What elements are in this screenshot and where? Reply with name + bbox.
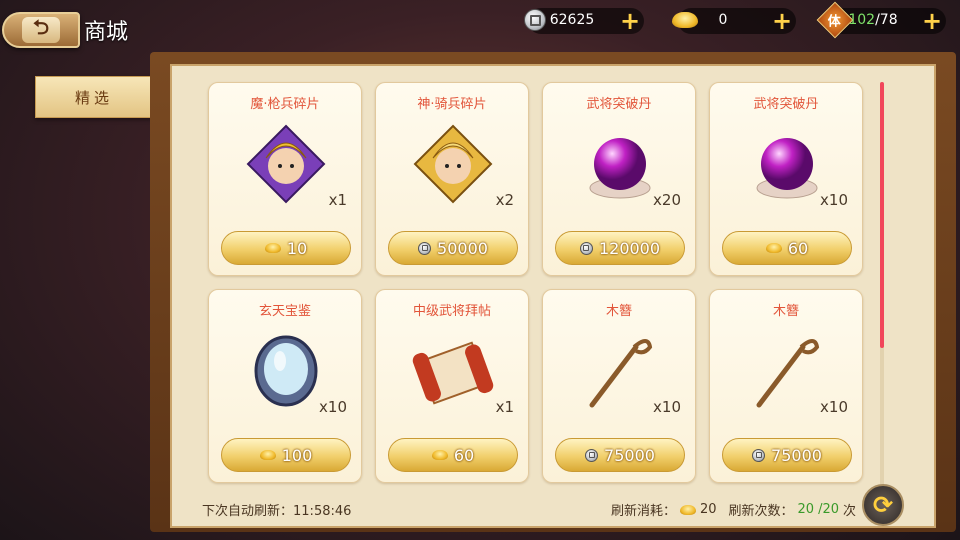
shop-item-card[interactable]: 木簪 x10 75000: [542, 289, 696, 483]
shop-panel: 魔·枪兵碎片 x1 10 神·骑兵碎片 x2 50000 武将突破丹 x20 120000 武将突…: [170, 64, 936, 528]
hero-shard-purple-icon[interactable]: [236, 119, 336, 209]
silver-coin-icon: [585, 448, 599, 462]
ingot-value: 0: [718, 12, 728, 28]
refresh-button[interactable]: ⟳: [862, 484, 904, 526]
scroll-icon[interactable]: [403, 326, 503, 416]
back-button[interactable]: ⮌: [2, 12, 80, 48]
item-name: 武将突破丹: [586, 97, 652, 112]
top-bar: ⮌ 商城 62625 + 0 + 体 102/78 +: [0, 0, 960, 52]
item-price: 120000: [598, 238, 661, 258]
item-quantity: x20: [653, 191, 681, 209]
silver-coin-icon: [752, 448, 766, 462]
shop-item-card[interactable]: 木簪 x10 75000: [709, 289, 863, 483]
stamina-value: 102/78: [848, 12, 898, 28]
ingot-currency: 0 +: [672, 8, 796, 34]
stamina-currency: 体 102/78 +: [816, 1, 946, 39]
item-quantity: x2: [495, 191, 514, 209]
hero-shard-gold-icon[interactable]: [403, 119, 503, 209]
scrollbar-thumb[interactable]: [880, 82, 884, 348]
tab-featured[interactable]: 精选: [35, 76, 153, 118]
buy-button[interactable]: 100: [221, 438, 351, 472]
item-price: 10: [286, 238, 308, 258]
shop-item-card[interactable]: 武将突破丹 x20 120000: [542, 82, 696, 276]
add-stamina-button[interactable]: +: [920, 8, 944, 34]
buy-button[interactable]: 120000: [555, 231, 685, 265]
item-quantity: x10: [820, 191, 848, 209]
item-price: 75000: [771, 445, 822, 465]
silver-coin-icon: [579, 241, 593, 255]
item-grid: 魔·枪兵碎片 x1 10 神·骑兵碎片 x2 50000 武将突破丹 x20 120000 武将突…: [208, 82, 868, 488]
gold-ingot-icon: [765, 243, 782, 253]
item-price: 100: [281, 445, 313, 465]
shop-item-card[interactable]: 玄天宝鉴 x10 100: [208, 289, 362, 483]
shop-item-card[interactable]: 魔·枪兵碎片 x1 10: [208, 82, 362, 276]
item-name: 魔·枪兵碎片: [250, 97, 320, 112]
item-quantity: x10: [820, 398, 848, 416]
item-quantity: x1: [328, 191, 347, 209]
silver-currency: 62625 +: [524, 8, 644, 34]
silver-coin-icon: [418, 241, 432, 255]
gold-ingot-icon: [259, 450, 276, 460]
page-title: 商城: [84, 20, 129, 45]
buy-button[interactable]: 10: [221, 231, 351, 265]
add-ingot-button[interactable]: +: [770, 8, 794, 34]
auto-refresh-info: 下次自动刷新：11:58:46: [202, 504, 352, 519]
item-price: 60: [787, 238, 809, 258]
item-quantity: x10: [319, 398, 347, 416]
item-quantity: x10: [653, 398, 681, 416]
silver-value: 62625: [549, 12, 595, 28]
item-name: 武将突破丹: [753, 97, 819, 112]
gold-ingot-icon: [431, 450, 448, 460]
shop-item-card[interactable]: 中级武将拜帖 x1 60: [375, 289, 529, 483]
buy-button[interactable]: 75000: [555, 438, 685, 472]
add-silver-button[interactable]: +: [618, 8, 642, 34]
gold-ingot-icon: [264, 243, 281, 253]
gold-ingot-icon: [679, 504, 696, 515]
item-price: 60: [453, 445, 475, 465]
back-arrow-icon: ⮌: [22, 15, 60, 43]
item-price: 50000: [437, 238, 488, 258]
buy-button[interactable]: 75000: [722, 438, 852, 472]
item-quantity: x1: [495, 398, 514, 416]
shop-item-card[interactable]: 神·骑兵碎片 x2 50000: [375, 82, 529, 276]
item-price: 75000: [604, 445, 655, 465]
buy-button[interactable]: 60: [388, 438, 518, 472]
item-name: 神·骑兵碎片: [417, 97, 487, 112]
refresh-icon: ⟳: [872, 491, 894, 519]
refresh-info: 刷新消耗： 20 刷新次数： 20/20 次: [610, 502, 856, 519]
buy-button[interactable]: 60: [722, 231, 852, 265]
buy-button[interactable]: 50000: [388, 231, 518, 265]
item-name: 木簪: [772, 304, 799, 319]
item-name: 中级武将拜帖: [412, 304, 491, 319]
shop-item-card[interactable]: 武将突破丹 x10 60: [709, 82, 863, 276]
item-name: 玄天宝鉴: [258, 304, 311, 319]
item-name: 木簪: [605, 304, 632, 319]
